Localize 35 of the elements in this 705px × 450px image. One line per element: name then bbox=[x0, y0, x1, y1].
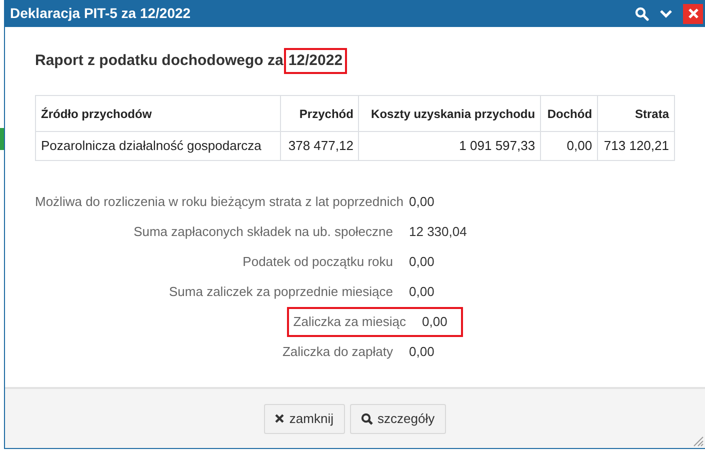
summary-value: 12 330,04 bbox=[409, 223, 467, 242]
summary-label: Zaliczka za miesiąc bbox=[292, 313, 407, 332]
summary-label: Suma zapłaconych składek na ub. społeczne bbox=[132, 223, 394, 242]
summary-label: Możliwa do rozliczenia w roku bieżącym strata z lat poprzednich bbox=[35, 193, 404, 212]
column-header: Koszty uzyskania przychodu bbox=[358, 96, 541, 132]
status-marker bbox=[0, 128, 4, 150]
column-header: Przychód bbox=[280, 96, 359, 132]
close-button[interactable] bbox=[683, 4, 703, 24]
close-icon bbox=[688, 8, 698, 19]
summary-value: 0,00 bbox=[409, 283, 434, 302]
column-header: Dochód bbox=[540, 96, 598, 132]
summary-label: Suma zaliczek za poprzednie miesiące bbox=[168, 283, 394, 302]
summary-value: 0,00 bbox=[409, 253, 434, 272]
details-button[interactable]: szczegóły bbox=[350, 404, 446, 434]
resize-grip-icon[interactable] bbox=[692, 435, 704, 447]
summary-value: 0,00 bbox=[409, 343, 434, 362]
report-title: Raport z podatku dochodowego za bbox=[35, 50, 284, 71]
table-cell: 713 120,21 bbox=[598, 132, 674, 160]
chevron-down-icon[interactable] bbox=[659, 8, 673, 18]
search-icon bbox=[360, 412, 372, 424]
window-title: Deklaracja PIT-5 za 12/2022 bbox=[10, 4, 192, 23]
table-cell: 1 091 597,33 bbox=[358, 132, 541, 160]
table-cell: 378 477,12 bbox=[280, 132, 359, 160]
column-header: Strata bbox=[598, 96, 674, 132]
column-header: Źródło przychodów bbox=[36, 96, 281, 132]
report-period: 12/2022 bbox=[286, 50, 345, 72]
table-cell: 0,00 bbox=[540, 132, 598, 160]
close-icon bbox=[275, 414, 284, 423]
summary-value: 0,00 bbox=[409, 193, 434, 212]
close-button[interactable]: zamknij bbox=[264, 404, 344, 434]
summary-label: Podatek od początku roku bbox=[242, 253, 394, 272]
search-icon[interactable] bbox=[635, 6, 649, 20]
summary-value: 0,00 bbox=[422, 313, 448, 332]
table-cell: Pozarolnicza działalność gospodarcza bbox=[36, 132, 281, 160]
summary-label: Zaliczka do zapłaty bbox=[281, 343, 394, 362]
